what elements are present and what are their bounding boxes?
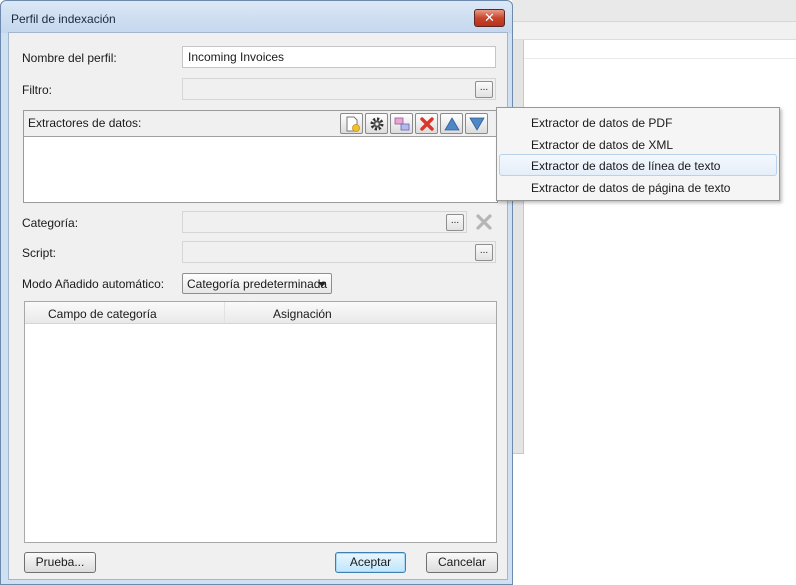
delete-extractor-button[interactable] [415, 113, 438, 134]
mapping-icon [394, 117, 409, 130]
accept-button[interactable]: Aceptar [335, 552, 406, 573]
add-extractor-menu: Extractor de datos de PDF Extractor de d… [496, 107, 780, 201]
dialog-titlebar[interactable]: Perfil de indexación ✕ [1, 1, 512, 33]
column-header-category-field[interactable]: Campo de categoría [48, 307, 157, 321]
settings-gear-icon [370, 117, 383, 130]
move-down-button[interactable] [465, 113, 488, 134]
background-header [512, 22, 796, 40]
category-label: Categoría: [22, 216, 79, 230]
clear-icon [476, 214, 492, 230]
dialog-close-button[interactable]: ✕ [474, 9, 505, 27]
menu-item-xml-extractor[interactable]: Extractor de datos de XML [499, 133, 777, 155]
filter-browse-button[interactable]: ... [475, 81, 493, 98]
cancel-button[interactable]: Cancelar [426, 552, 498, 573]
menu-item-text-line-extractor[interactable]: Extractor de datos de línea de texto [499, 154, 777, 176]
column-separator [224, 302, 225, 323]
add-extractor-icon [346, 116, 360, 132]
clear-category-button[interactable] [474, 212, 494, 232]
script-input[interactable] [182, 241, 496, 263]
background-toolbar [512, 0, 796, 22]
auto-add-mode-value: Categoría predeterminada [187, 277, 328, 291]
test-button[interactable]: Prueba... [24, 552, 96, 573]
mapping-extractor-button[interactable] [390, 113, 413, 134]
data-extractors-group: Extractores de datos: [23, 110, 498, 203]
filter-input[interactable] [182, 78, 496, 100]
data-extractors-label: Extractores de datos: [28, 116, 142, 130]
script-browse-button[interactable]: ... [475, 244, 493, 261]
data-extractors-list[interactable] [24, 136, 497, 202]
auto-add-mode-select[interactable]: Categoría predeterminada [182, 273, 332, 294]
background-divider [512, 58, 796, 59]
move-up-button[interactable] [440, 113, 463, 134]
move-up-icon [443, 116, 460, 130]
close-icon: ✕ [484, 10, 495, 26]
chevron-down-icon [318, 282, 326, 287]
menu-item-text-page-extractor[interactable]: Extractor de datos de página de texto [499, 176, 777, 198]
category-input[interactable] [182, 211, 467, 233]
auto-add-mode-label: Modo Añadido automático: [22, 277, 165, 291]
dialog-content: Nombre del perfil: Incoming Invoices Fil… [8, 32, 508, 580]
profile-name-label: Nombre del perfil: [22, 51, 117, 65]
add-extractor-button[interactable] [340, 113, 363, 134]
profile-name-input[interactable]: Incoming Invoices [182, 46, 496, 68]
configure-extractor-button[interactable] [365, 113, 388, 134]
table-header: Campo de categoría Asignación [25, 302, 496, 324]
delete-icon [419, 116, 434, 131]
category-mapping-table[interactable]: Campo de categoría Asignación [24, 301, 497, 543]
category-browse-button[interactable]: ... [446, 214, 464, 231]
menu-item-pdf-extractor[interactable]: Extractor de datos de PDF [499, 111, 777, 133]
background-side-panel [512, 40, 524, 454]
filter-label: Filtro: [22, 83, 52, 97]
script-label: Script: [22, 246, 57, 260]
dialog-title: Perfil de indexación [11, 12, 116, 26]
move-down-icon [468, 117, 485, 131]
column-header-assignment[interactable]: Asignación [273, 307, 332, 321]
indexing-profile-dialog: Perfil de indexación ✕ Nombre del perfil… [0, 0, 513, 585]
